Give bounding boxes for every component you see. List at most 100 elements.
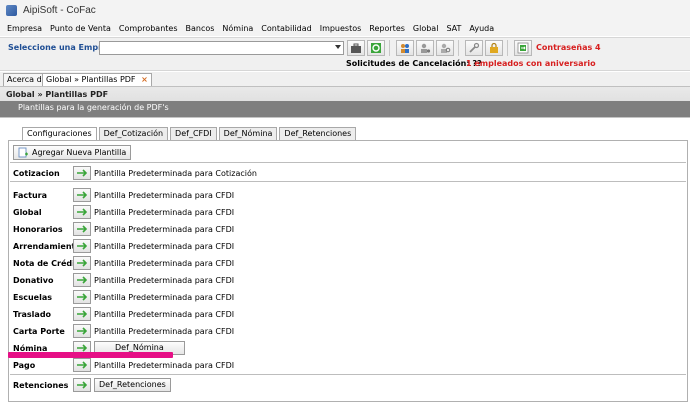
add-template-button[interactable]: Agregar Nueva Plantilla (13, 145, 132, 160)
arrow-right-icon (77, 259, 88, 267)
arrow-right-icon (77, 242, 88, 250)
assign-template-button[interactable] (73, 256, 91, 270)
row-template-name: Plantilla Predeterminada para CFDI (94, 276, 235, 285)
row-label: Carta Porte (13, 327, 65, 336)
menu-impuestos[interactable]: Impuestos (316, 24, 366, 33)
row-label: Global (13, 208, 42, 217)
assign-template-button[interactable] (73, 273, 91, 287)
anniversary-alert[interactable]: 1 empleados con aniversario (466, 59, 596, 68)
user-search-button[interactable] (436, 40, 454, 56)
lock-button[interactable] (485, 40, 503, 56)
row-template-name: Plantilla Predeterminada para CFDI (94, 259, 235, 268)
row-cotizacion: Cotizacion Plantilla Predeterminada para… (9, 165, 685, 181)
menu-reportes[interactable]: Reportes (365, 24, 409, 33)
menu-empresa[interactable]: Empresa (3, 24, 46, 33)
assign-template-button[interactable] (73, 239, 91, 253)
assign-template-button[interactable] (73, 205, 91, 219)
row-carta-porte: Carta Porte Plantilla Predeterminada par… (9, 323, 685, 339)
row-honorarios: Honorarios Plantilla Predeterminada para… (9, 221, 685, 237)
open-company-button[interactable] (347, 40, 365, 56)
template-tabs: Configuraciones Def_Cotización Def_CFDI … (22, 127, 358, 140)
row-label: Escuelas (13, 293, 52, 302)
app-logo-icon (6, 4, 17, 16)
passwords-alert[interactable]: Contraseñas 4 (536, 43, 601, 52)
menu-ayuda[interactable]: Ayuda (465, 24, 498, 33)
arrow-right-icon (77, 361, 88, 369)
assign-template-button[interactable] (73, 378, 91, 392)
close-icon[interactable]: × (141, 75, 148, 84)
divider (10, 162, 686, 163)
row-global: Global Plantilla Predeterminada para CFD… (9, 204, 685, 220)
row-template-name: Plantilla Predeterminada para CFDI (94, 327, 235, 336)
doc-tab-plantillas-pdf[interactable]: Global » Plantillas PDF × (42, 73, 152, 86)
row-factura: Factura Plantilla Predeterminada para CF… (9, 187, 685, 203)
company-select[interactable] (99, 41, 344, 55)
tab-def-cotizacion[interactable]: Def_Cotización (98, 127, 169, 140)
row-label: Retenciones (13, 381, 69, 390)
title-bar: AipiSoft - CoFac (0, 0, 690, 20)
tab-def-cfdi[interactable]: Def_CFDI (170, 127, 217, 140)
assign-template-button[interactable] (73, 324, 91, 338)
row-label: Honorarios (13, 225, 63, 234)
user-settings-button[interactable] (416, 40, 434, 56)
tab-configuraciones[interactable]: Configuraciones (22, 127, 97, 140)
row-label: Traslado (13, 310, 52, 319)
window-title: AipiSoft - CoFac (23, 4, 96, 16)
menu-contabilidad[interactable]: Contabilidad (257, 24, 315, 33)
users-button[interactable] (396, 40, 414, 56)
assign-template-button[interactable] (73, 166, 91, 180)
users-icon (401, 44, 409, 53)
row-label: Donativo (13, 276, 54, 285)
arrow-right-icon (77, 344, 88, 352)
arrow-right-icon (77, 191, 88, 199)
row-template-name: Plantilla Predeterminada para CFDI (94, 310, 235, 319)
row-label: Cotizacion (13, 169, 60, 178)
arrow-right-icon (77, 381, 88, 389)
toolbar-separator (507, 40, 508, 56)
tools-button[interactable] (465, 40, 483, 56)
refresh-icon (371, 43, 381, 53)
key-list-icon (517, 42, 529, 54)
tab-def-retenciones[interactable]: Def_Retenciones (279, 127, 357, 140)
arrow-right-icon (77, 169, 88, 177)
arrow-right-icon (77, 293, 88, 301)
passwords-button[interactable] (514, 40, 532, 56)
row-pago: Pago Plantilla Predeterminada para CFDI (9, 357, 685, 373)
lock-icon (490, 42, 498, 53)
menu-sat[interactable]: SAT (442, 24, 465, 33)
assign-template-button[interactable] (73, 222, 91, 236)
document-tabs: Acerca de Global » Plantillas PDF × (0, 72, 690, 86)
arrow-right-icon (77, 310, 88, 318)
row-template-name: Plantilla Predeterminada para CFDI (94, 208, 235, 217)
row-template-button[interactable]: Def_Retenciones (94, 378, 171, 392)
row-template-name: Plantilla Predeterminada para CFDI (94, 361, 235, 370)
row-retenciones: Retenciones Def_Retenciones (9, 377, 685, 393)
breadcrumb: Global » Plantillas PDF (6, 90, 109, 99)
arrow-right-icon (77, 208, 88, 216)
cancellation-requests: Solicitudes de Cancelación: ?? (346, 59, 482, 68)
doc-tab-label: Global » Plantillas PDF (46, 75, 136, 84)
assign-template-button[interactable] (73, 188, 91, 202)
row-arrendamiento: Arrendamiento Plantilla Predeterminada p… (9, 238, 685, 254)
menu-comprobantes[interactable]: Comprobantes (115, 24, 182, 33)
assign-template-button[interactable] (73, 290, 91, 304)
assign-template-button[interactable] (73, 307, 91, 321)
menu-bancos[interactable]: Bancos (182, 24, 219, 33)
menu-nomina[interactable]: Nómina (218, 24, 257, 33)
assign-template-button[interactable] (73, 358, 91, 372)
page-subtitle: Plantillas para la generación de PDF's (18, 103, 169, 112)
configuration-panel: Agregar Nueva Plantilla Cotizacion Plant… (8, 140, 688, 402)
menu-punto-de-venta[interactable]: Punto de Venta (46, 24, 115, 33)
menu-global[interactable]: Global (409, 24, 443, 33)
row-label: Pago (13, 361, 36, 370)
menu-bar: Empresa Punto de Venta Comprobantes Banc… (0, 20, 690, 36)
row-template-name: Plantilla Predeterminada para CFDI (94, 225, 235, 234)
refresh-button[interactable] (367, 40, 385, 56)
row-template-name: Plantilla Predeterminada para Cotización (94, 169, 257, 178)
doc-tab-label: Acerca de (7, 75, 47, 84)
arrow-right-icon (77, 327, 88, 335)
tab-def-nomina[interactable]: Def_Nómina (218, 127, 278, 140)
toolbar-separator (458, 40, 459, 56)
divider (10, 374, 686, 375)
row-template-name: Plantilla Predeterminada para CFDI (94, 242, 235, 251)
